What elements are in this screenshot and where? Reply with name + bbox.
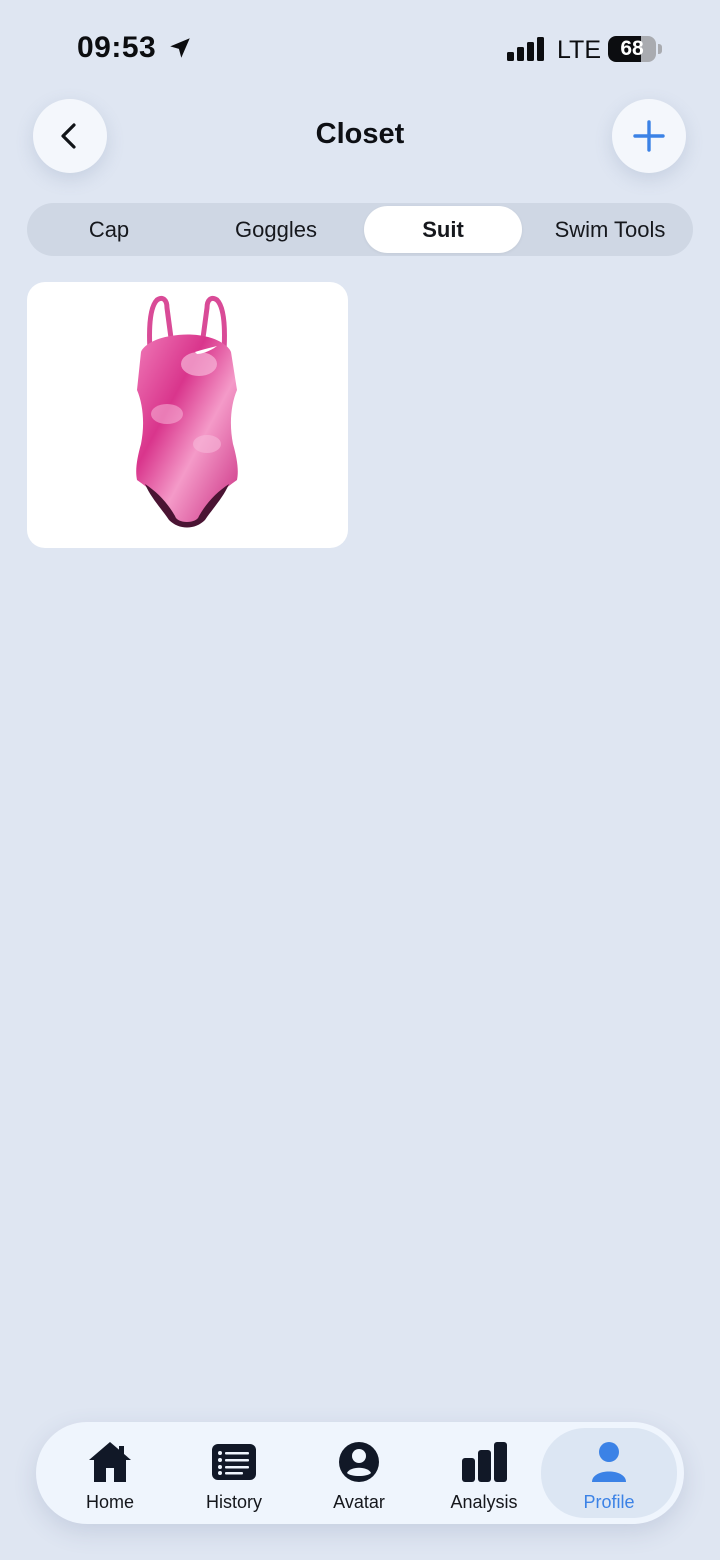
nav-avatar-label: Avatar: [333, 1492, 385, 1512]
swimsuit-image: [136, 295, 238, 528]
battery-percent: 68: [620, 37, 644, 60]
nav-history[interactable]: History: [166, 1428, 302, 1518]
bar-chart-icon: [462, 1442, 507, 1482]
nav-home-label: Home: [85, 1492, 134, 1512]
home-icon: [89, 1442, 131, 1482]
tab-goggles[interactable]: Goggles: [196, 206, 356, 253]
category-tabs: Cap Goggles Suit Swim Tools: [27, 203, 693, 256]
cellular-signal-icon: [507, 37, 544, 61]
status-time: 09:53: [77, 31, 157, 64]
bottom-navigation: Home History Avatar Analysis Profile: [36, 1422, 684, 1524]
closet-screen: 09:53 LTE 68 Closet Cap Goggles Suit Swi…: [0, 0, 720, 1560]
nav-analysis[interactable]: Analysis: [416, 1428, 552, 1518]
list-icon: [212, 1444, 256, 1480]
status-bar: 09:53 LTE 68: [0, 0, 720, 100]
nav-history-label: History: [205, 1492, 262, 1512]
plus-icon: [633, 120, 665, 152]
nav-avatar[interactable]: Avatar: [291, 1428, 427, 1518]
network-type: LTE: [557, 36, 601, 64]
location-arrow-icon: [170, 38, 190, 58]
nav-home[interactable]: Home: [42, 1428, 178, 1518]
tab-swim-tools[interactable]: Swim Tools: [530, 206, 690, 253]
nav-analysis-label: Analysis: [450, 1492, 518, 1512]
tab-cap[interactable]: Cap: [30, 206, 188, 253]
add-item-button[interactable]: [612, 99, 686, 173]
nav-profile[interactable]: Profile: [541, 1428, 677, 1518]
closet-item-card[interactable]: [27, 282, 348, 548]
avatar-icon: [339, 1442, 379, 1482]
nav-profile-label: Profile: [583, 1492, 635, 1512]
battery-indicator: 68: [608, 36, 662, 62]
profile-icon: [592, 1442, 626, 1482]
tab-suit[interactable]: Suit: [364, 206, 522, 253]
